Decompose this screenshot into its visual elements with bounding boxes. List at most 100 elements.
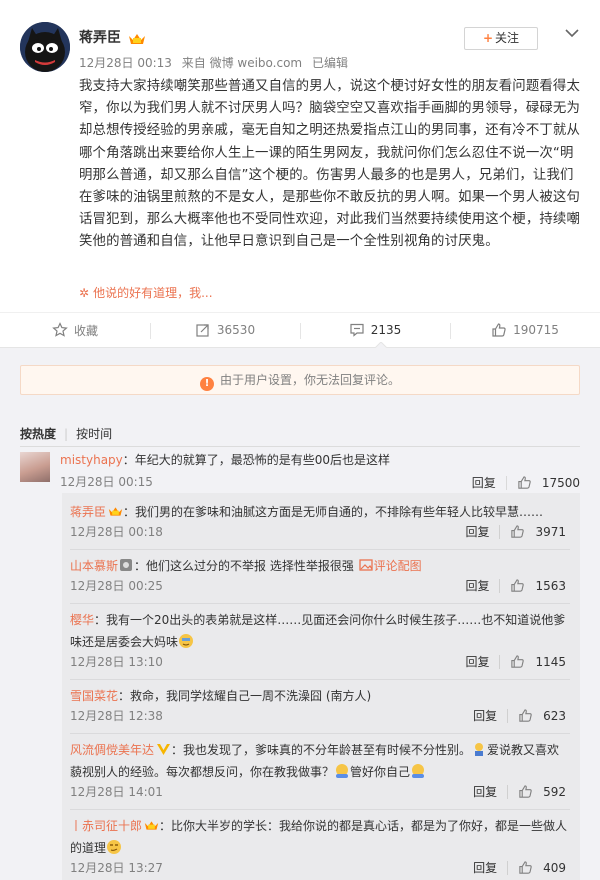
repost-button[interactable]: 36530 bbox=[150, 313, 300, 347]
sweat-emoji-icon bbox=[179, 634, 194, 648]
weibo-post: 蒋弄臣 12月28日 00:13 来自 微博 weibo.com 已编辑 + 关注… bbox=[0, 0, 600, 312]
author-avatar[interactable] bbox=[20, 22, 70, 72]
thumbs-up-icon[interactable] bbox=[510, 578, 525, 593]
sparkle-icon: ✲ bbox=[79, 286, 90, 300]
reply-item: 雪国菜花：救命，我同学炫耀自己一周不洗澡囧 (南方人) 12月28日 12:38… bbox=[70, 685, 570, 724]
comment-image-link[interactable]: 评论配图 bbox=[358, 559, 422, 573]
warning-icon: ! bbox=[199, 377, 214, 391]
comment-body: ：年纪大的就算了，最恐怖的是有些00后也是这样 bbox=[122, 453, 391, 467]
reply-button[interactable]: 回复 bbox=[465, 577, 489, 594]
reply-actions: 回复 3971 bbox=[465, 523, 566, 540]
comment-image-label: 评论配图 bbox=[373, 559, 422, 573]
comment-icon bbox=[350, 323, 364, 337]
follow-button[interactable]: + 关注 bbox=[464, 27, 538, 50]
reply-button[interactable]: 回复 bbox=[465, 653, 489, 670]
smirk-emoji-icon bbox=[107, 840, 122, 854]
plus-icon: + bbox=[482, 31, 494, 45]
vip-crown-icon bbox=[129, 34, 145, 44]
divider bbox=[499, 654, 501, 669]
thumbs-up-icon[interactable] bbox=[510, 524, 525, 539]
post-action-bar: 收藏 36530 2135 190715 bbox=[0, 312, 600, 348]
image-icon bbox=[359, 559, 373, 571]
post-date[interactable]: 12月28日 00:13 bbox=[79, 56, 172, 70]
vip-crown-icon bbox=[144, 821, 159, 830]
reply-user-name[interactable]: 蒋弄臣 bbox=[70, 505, 106, 519]
reply-list: 蒋弄臣 ：我们男的在爹味和油腻这方面是无师自通的，不排除有些年轻人比较早慧…… 1… bbox=[62, 493, 580, 880]
reply-like-count: 592 bbox=[543, 784, 566, 799]
divider bbox=[70, 809, 570, 810]
reply-actions: 回复 409 bbox=[473, 859, 566, 876]
reply-text: 丨赤司征十郎 ：比你大半岁的学长：我给你说的都是真心话，都是为了你好，都是一些做人… bbox=[70, 815, 570, 859]
divider bbox=[507, 708, 509, 723]
thumbs-up-icon[interactable] bbox=[518, 784, 533, 799]
reply-button[interactable]: 回复 bbox=[465, 523, 489, 540]
divider bbox=[499, 524, 501, 539]
reply-button[interactable]: 回复 bbox=[473, 783, 497, 800]
post-content: 我支持大家持续嘲笑那些普通又自信的男人，说这个梗讨好女性的朋友看问题看得太窄，你… bbox=[79, 79, 581, 250]
comment-sort: 按热度 | 按时间 bbox=[20, 425, 112, 442]
thumbs-emoji-icon bbox=[475, 743, 484, 756]
ai-summary-link[interactable]: ✲ 他说的好有道理，我... bbox=[79, 284, 213, 301]
reply-item: 山本慕斯 ：他们这么过分的不举报 选择性举报很强 评论配图 12月28日 00:2… bbox=[70, 555, 570, 594]
reply-user-name[interactable]: 雪国菜花 bbox=[70, 689, 118, 703]
reply-button[interactable]: 回复 bbox=[473, 707, 497, 724]
chevron-down-icon[interactable] bbox=[564, 26, 580, 40]
reply-body: ：他们这么过分的不举报 选择性举报很强 bbox=[134, 559, 354, 573]
reply-body: ：我也发现了，爹味真的不分年龄甚至有时候不分性别。 bbox=[171, 743, 472, 757]
reply-actions: 回复 592 bbox=[473, 783, 566, 800]
reply-user-name[interactable]: 风流倜傥美年达 bbox=[70, 743, 154, 757]
reply-text: 樱华：我有一个20出头的表弟就是这样……见面还会问你什么时候生孩子……也不知道说… bbox=[70, 609, 570, 653]
reply-text: 山本慕斯 ：他们这么过分的不举报 选择性举报很强 评论配图 bbox=[70, 555, 570, 577]
divider bbox=[70, 603, 570, 604]
thumbs-up-icon[interactable] bbox=[517, 475, 532, 490]
reply-like-count: 1563 bbox=[535, 578, 566, 593]
comment-time: 12月28日 00:15 bbox=[60, 475, 153, 489]
comment-count: 2135 bbox=[370, 323, 402, 337]
thumbs-up-icon[interactable] bbox=[510, 654, 525, 669]
ai-summary-text: 他说的好有道理，我... bbox=[93, 286, 213, 300]
divider bbox=[70, 549, 570, 550]
sort-by-time-tab[interactable]: 按时间 bbox=[76, 427, 112, 441]
reply-like-count: 3971 bbox=[535, 524, 566, 539]
divider bbox=[505, 475, 507, 490]
commenter-name[interactable]: mistyhapy bbox=[60, 453, 123, 467]
reply-item: 樱华：我有一个20出头的表弟就是这样……见面还会问你什么时候生孩子……也不知道说… bbox=[70, 609, 570, 670]
post-meta: 12月28日 00:13 来自 微博 weibo.com 已编辑 bbox=[79, 54, 354, 71]
reply-body: ：我们男的在爹味和油腻这方面是无师自通的，不排除有些年轻人比较早慧…… bbox=[123, 505, 544, 519]
reply-actions: 回复 1563 bbox=[465, 577, 566, 594]
author-name[interactable]: 蒋弄臣 bbox=[79, 27, 121, 47]
notice-text: 由于用户设置，你无法回复评论。 bbox=[219, 373, 400, 387]
divider bbox=[507, 860, 509, 875]
comment-actions: 回复 17500 bbox=[472, 474, 580, 491]
reply-text: 蒋弄臣 ：我们男的在爹味和油腻这方面是无师自通的，不排除有些年轻人比较早慧…… bbox=[70, 501, 570, 523]
like-count: 190715 bbox=[513, 323, 559, 337]
reply-button[interactable]: 回复 bbox=[472, 474, 496, 491]
thumbs-up-icon bbox=[492, 323, 506, 337]
thumbs-up-icon[interactable] bbox=[518, 860, 533, 875]
reply-like-count: 1145 bbox=[535, 654, 566, 669]
divider bbox=[20, 446, 580, 447]
reply-body: ：我有一个20出头的表弟就是这样……见面还会问你什么时候生孩子……也不知道说他爹… bbox=[70, 613, 566, 649]
reply-user-name[interactable]: 丨赤司征十郎 bbox=[70, 819, 142, 833]
like-button[interactable]: 190715 bbox=[450, 313, 600, 347]
sort-by-hot-tab[interactable]: 按热度 bbox=[20, 427, 56, 441]
vip-crown-icon bbox=[108, 507, 123, 516]
repost-icon bbox=[196, 324, 209, 337]
repost-count: 36530 bbox=[216, 323, 256, 337]
reply-button[interactable]: 回复 bbox=[473, 859, 497, 876]
sort-divider: | bbox=[64, 427, 69, 441]
star-icon bbox=[52, 322, 68, 337]
commenter-avatar[interactable] bbox=[20, 452, 50, 482]
reply-user-name[interactable]: 山本慕斯 bbox=[70, 559, 118, 573]
reply-disabled-notice: ! 由于用户设置，你无法回复评论。 bbox=[20, 365, 580, 395]
reply-actions: 回复 1145 bbox=[465, 653, 566, 670]
reply-body: ：救命，我同学炫耀自己一周不洗澡囧 (南方人) bbox=[118, 689, 372, 703]
hug-emoji-icon bbox=[412, 764, 425, 778]
reply-body-end: 管好你自己 bbox=[350, 765, 411, 779]
favorite-button[interactable]: 收藏 bbox=[0, 313, 150, 347]
post-source: 来自 微博 weibo.com bbox=[181, 56, 303, 70]
thumbs-up-icon[interactable] bbox=[518, 708, 533, 723]
reply-user-name[interactable]: 樱华 bbox=[70, 613, 94, 627]
reply-actions: 回复 623 bbox=[473, 707, 566, 724]
reply-item: 风流倜傥美年达 ：我也发现了，爹味真的不分年龄甚至有时候不分性别。 爱说教又喜欢藐视… bbox=[70, 739, 570, 800]
